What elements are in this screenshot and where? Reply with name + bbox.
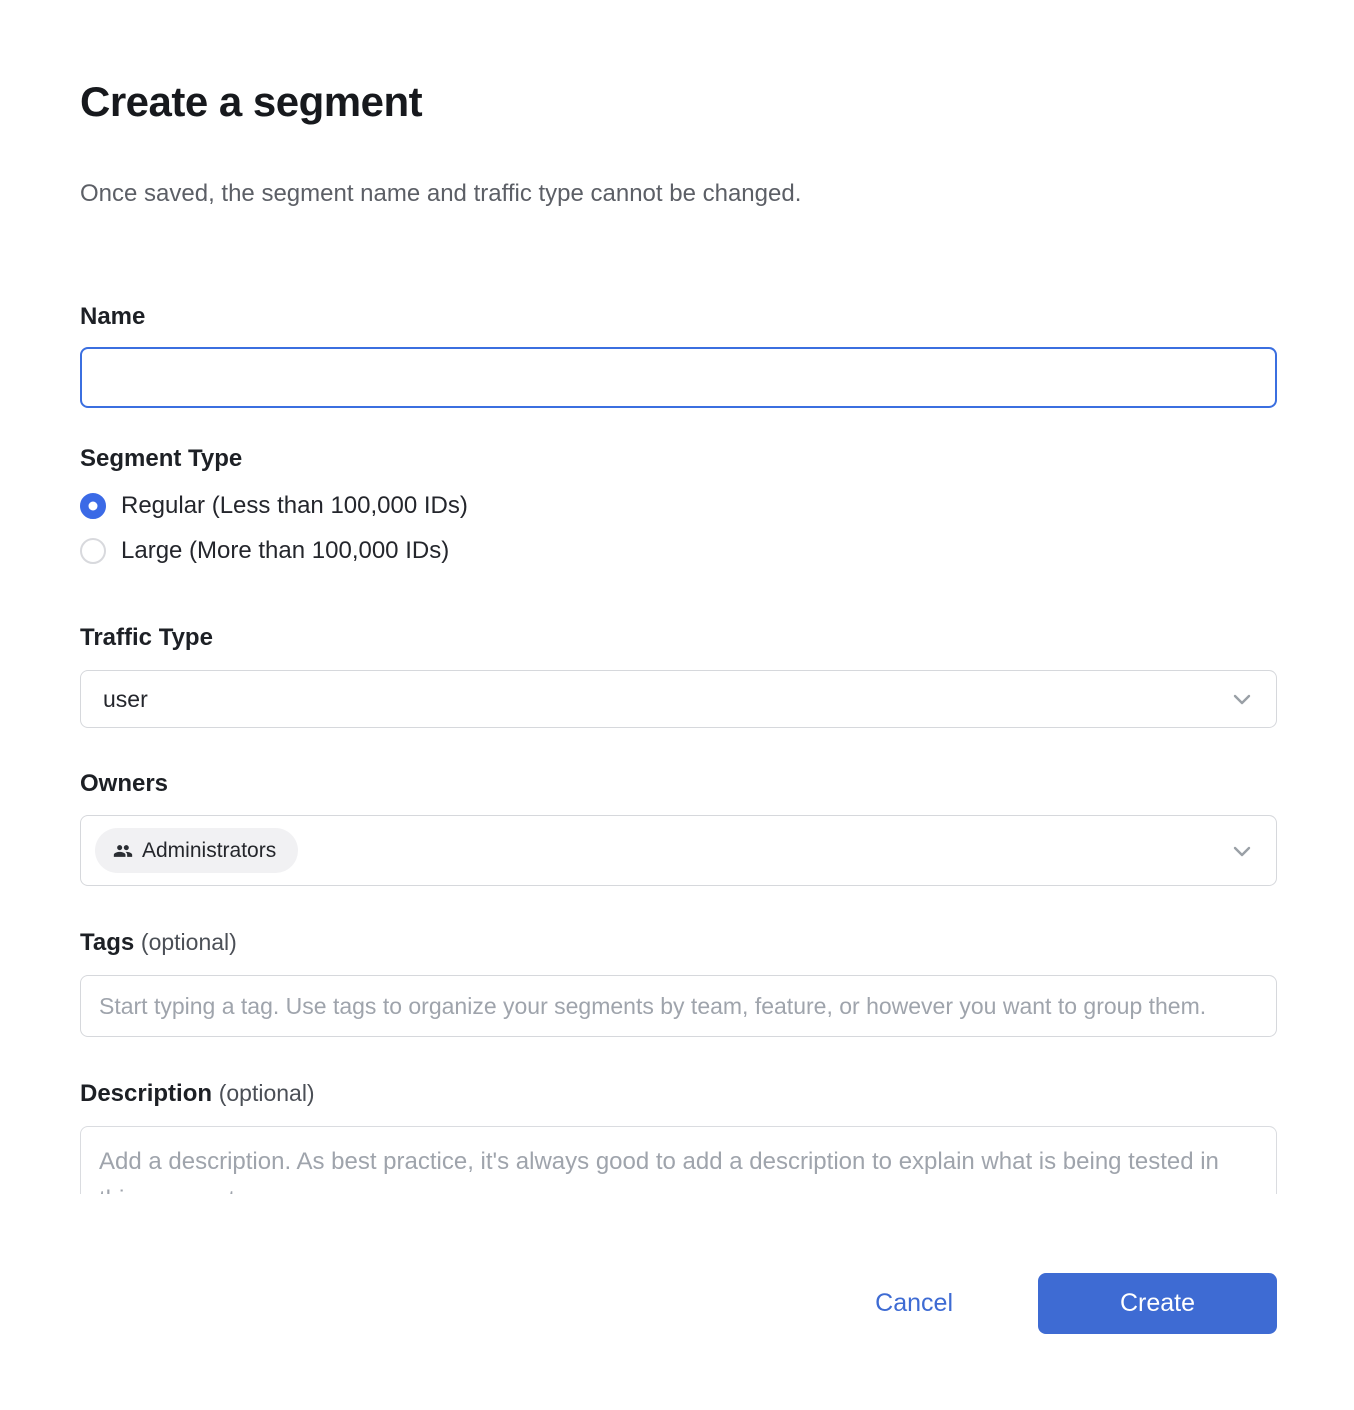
- tags-optional-text: (optional): [141, 929, 237, 955]
- create-button[interactable]: Create: [1038, 1273, 1277, 1334]
- people-icon: [113, 841, 133, 861]
- owners-group: Owners Administrators: [80, 768, 1277, 886]
- name-label: Name: [80, 301, 1277, 333]
- radio-regular[interactable]: Regular (Less than 100,000 IDs): [80, 492, 1277, 520]
- traffic-type-select[interactable]: user: [80, 670, 1277, 728]
- tags-input[interactable]: [80, 975, 1277, 1037]
- tags-label: Tags (optional): [80, 926, 1277, 959]
- radio-regular-label: Regular (Less than 100,000 IDs): [121, 492, 468, 520]
- create-segment-dialog: Create a segment Once saved, the segment…: [0, 0, 1354, 1194]
- segment-type-group: Segment Type Regular (Less than 100,000 …: [80, 443, 1277, 565]
- radio-large[interactable]: Large (More than 100,000 IDs): [80, 537, 1277, 565]
- name-field-group: Name: [80, 301, 1277, 408]
- tags-group: Tags (optional): [80, 926, 1277, 1037]
- owners-select[interactable]: Administrators: [80, 815, 1277, 886]
- traffic-type-value: user: [103, 686, 148, 713]
- traffic-type-group: Traffic Type user: [80, 622, 1277, 728]
- owners-label: Owners: [80, 768, 1277, 800]
- chevron-down-icon: [1230, 839, 1254, 863]
- page-title: Create a segment: [80, 78, 1277, 126]
- owner-chip[interactable]: Administrators: [95, 828, 298, 873]
- description-label: Description (optional): [80, 1077, 1277, 1110]
- radio-button-icon[interactable]: [80, 538, 106, 564]
- description-optional-text: (optional): [219, 1080, 315, 1106]
- traffic-type-label: Traffic Type: [80, 622, 1277, 654]
- description-textarea[interactable]: [80, 1126, 1277, 1194]
- cancel-button[interactable]: Cancel: [875, 1289, 953, 1318]
- description-group: Description (optional): [80, 1077, 1277, 1194]
- radio-large-label: Large (More than 100,000 IDs): [121, 537, 449, 565]
- owner-chip-label: Administrators: [142, 839, 276, 863]
- radio-button-icon[interactable]: [80, 493, 106, 519]
- description-clip-region: [80, 1126, 1277, 1194]
- name-input[interactable]: [80, 347, 1277, 408]
- chevron-down-icon: [1230, 687, 1254, 711]
- dialog-subtitle: Once saved, the segment name and traffic…: [80, 178, 1277, 209]
- dialog-footer: Cancel Create: [80, 1273, 1277, 1334]
- description-label-text: Description: [80, 1080, 212, 1107]
- tags-label-text: Tags: [80, 929, 134, 956]
- segment-type-label: Segment Type: [80, 443, 1277, 475]
